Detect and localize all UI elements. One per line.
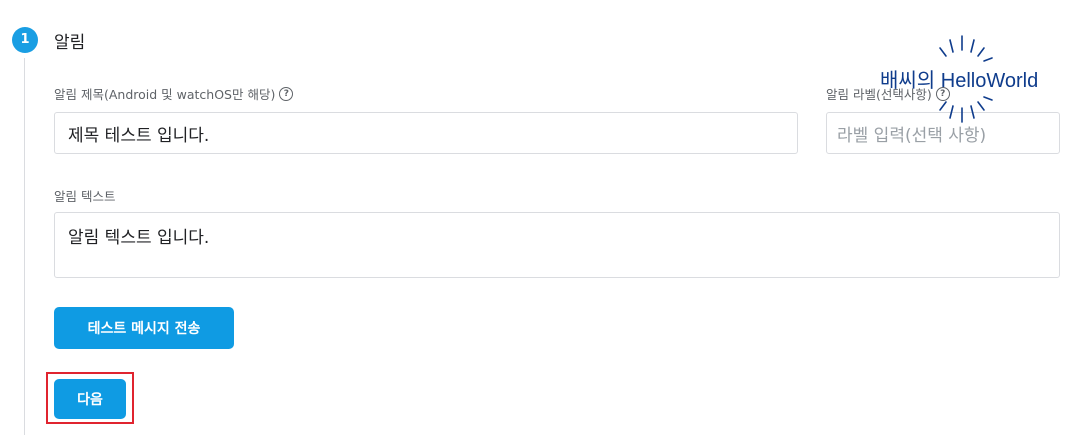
notification-title-label-text: 알림 제목(Android 및 watchOS만 해당) (54, 87, 276, 102)
notification-text-value: 알림 텍스트 입니다. (68, 228, 210, 248)
notification-text-label: 알림 텍스트 (54, 186, 115, 205)
step-connector-line (24, 58, 25, 435)
notification-text-label-text: 알림 텍스트 (54, 189, 116, 204)
step-number-badge: 1 (12, 27, 38, 53)
help-icon[interactable]: ? (279, 86, 294, 101)
notification-title-label: 알림 제목(Android 및 watchOS만 해당) ? (54, 84, 294, 103)
send-test-message-button[interactable]: 테스트 메시지 전송 (54, 307, 234, 349)
step-title: 알림 (54, 33, 86, 53)
watermark-logo: 배씨의 HelloWorld (880, 34, 1070, 124)
notification-title-input[interactable]: 제목 테스트 입니다. (54, 112, 798, 154)
notification-text-input[interactable]: 알림 텍스트 입니다. (54, 212, 1060, 278)
watermark-text: 배씨의 HelloWorld (880, 70, 1039, 92)
notification-compose-step: 1 알림 알림 제목(Android 및 watchOS만 해당) ? 제목 테… (0, 0, 1082, 435)
notification-label-placeholder: 라벨 입력(선택 사항) (837, 125, 987, 146)
next-button[interactable]: 다음 (54, 379, 126, 419)
notification-title-value: 제목 테스트 입니다. (68, 125, 210, 146)
